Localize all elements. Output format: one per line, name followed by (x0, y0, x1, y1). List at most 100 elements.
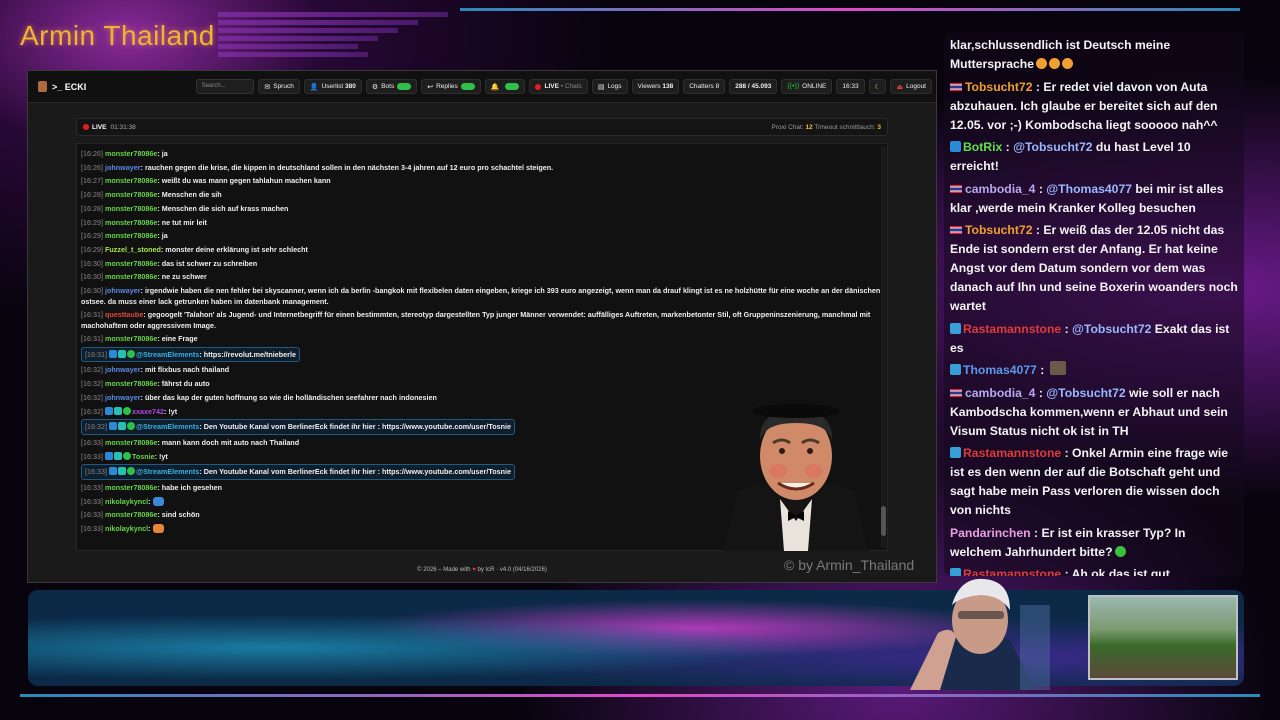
overlay-chat-separator: : (1030, 525, 1042, 540)
chat-username[interactable]: @StreamElements (136, 350, 199, 359)
chatters-badge: Chatters 8 (683, 79, 726, 94)
overlay-chat-message: cambodia_4 : @Tobsucht72 wie soll er nac… (950, 384, 1238, 441)
chat-log-line: [16:29] monster78086e: ja (81, 229, 883, 243)
chat-timestamp: [16:31] (81, 334, 103, 344)
chat-message-text: eine Frage (161, 334, 198, 344)
sound-toggle-switch[interactable] (505, 83, 520, 90)
live-chats-button[interactable]: LIVE • Chats (529, 79, 588, 94)
heart-icon: ♥ (472, 567, 476, 573)
theme-toggle[interactable]: ☾ (868, 79, 887, 94)
overlay-chat-message: cambodia_4 : @Thomas4077 bei mir ist all… (950, 180, 1238, 218)
overlay-chat-username: Tobsucht72 (965, 79, 1033, 94)
overlay-bottom-strip (28, 590, 1244, 686)
chat-message-text: fährst du auto (161, 379, 210, 389)
chat-timestamp: [16:28] (81, 203, 103, 213)
chat-username[interactable]: johnwayer (105, 365, 141, 374)
thailand-flag-icon (950, 184, 962, 193)
chat-message-text: Menschen die sich auf krass machen (161, 203, 289, 213)
chat-message-text: https://revolut.me/tnieberle (203, 349, 296, 359)
chat-log-line: [16:29] Fuzzel_t_stoned: monster deine er… (81, 243, 883, 257)
stream-chat-overlay: klar,schlussendlich ist Deutsch meine Mu… (944, 32, 1244, 576)
chat-message-text: habe ich gesehen (161, 483, 223, 493)
chat-scrollbar[interactable] (881, 146, 886, 548)
moderator-badge-icon (108, 349, 117, 358)
chat-message-text: mit flixbus nach thailand (144, 365, 230, 375)
reply-icon: ↩ (427, 83, 434, 91)
chat-username[interactable]: monster78086e (105, 379, 157, 388)
chat-message-text: über das kap der guten hoffnung so wie d… (144, 392, 437, 402)
replies-toggle[interactable]: ↩ Replies (421, 79, 481, 94)
chat-message-text: irgendwie haben die nen fehler bei skysc… (81, 286, 881, 307)
chat-log-line: [16:28] monster78086e: Menschen die sih (81, 188, 883, 202)
chat-username[interactable]: monster78086e (105, 510, 157, 519)
chat-timestamp: [16:33] (81, 496, 103, 506)
overlay-chat-separator: : (1032, 79, 1044, 94)
chat-username[interactable]: monster78086e (105, 438, 157, 447)
overlay-glow-line-top (460, 8, 1240, 11)
logs-button[interactable]: ▤ Logs (591, 79, 628, 94)
overlay-chat-message: Tobsucht72 : Er weiß das der 12.05 nicht… (950, 221, 1238, 316)
chat-username[interactable]: johnwayer (105, 393, 141, 402)
chat-username[interactable]: @StreamElements (136, 467, 199, 476)
live-dot-icon (535, 83, 542, 90)
chat-username[interactable]: @StreamElements (136, 422, 199, 431)
chat-timestamp: [16:32] (81, 365, 103, 375)
chat-username[interactable]: monster78086e (105, 334, 157, 343)
chat-username[interactable]: monster78086e (105, 231, 157, 240)
bots-toggle[interactable]: ⚙ Bots (365, 79, 418, 94)
bell-icon: 🔔 (490, 83, 500, 91)
chat-username[interactable]: monster78086e (105, 272, 157, 281)
logout-button[interactable]: ⏏ Logout (890, 79, 932, 94)
overlay-title: Armin Thailand (20, 20, 215, 51)
chat-username[interactable]: johnwayer (105, 163, 141, 172)
overlay-chat-text: klar,schlussendlich ist Deutsch meine Mu… (950, 38, 1171, 71)
overlay-decoration-bars (218, 12, 458, 64)
online-label: ONLINE (802, 83, 827, 90)
chat-username[interactable]: monster78086e (105, 259, 157, 268)
chat-separator: : (148, 524, 153, 534)
chat-log-line: [16:30] monster78086e: das ist schwer zu … (81, 257, 883, 271)
brand-avatar (38, 81, 47, 92)
moderator-badge-icon (104, 451, 113, 460)
spruch-button[interactable]: ✉ Spruch (258, 79, 300, 94)
chat-message-text: das ist schwer zu schreiben (161, 258, 258, 268)
chat-username[interactable]: monster78086e (105, 218, 157, 227)
overlay-chat-username: Rastamannstone (963, 321, 1062, 336)
chat-log-line: [16:26] monster78086e: ja (81, 147, 883, 161)
chat-username[interactable]: nikolaykyncl (105, 524, 148, 533)
chat-username[interactable]: xxaxe742 (132, 407, 164, 416)
chat-username[interactable]: Fuzzel_t_stoned (105, 245, 161, 254)
message-counter-value: 288 / 45.093 (735, 83, 772, 90)
overlay-chat-mention: @Tobsucht72 (1013, 140, 1093, 154)
chat-username[interactable]: monster78086e (105, 204, 157, 213)
userlist-label: Userlist (321, 83, 344, 90)
overlay-chat-message: Rastamannstone : @Tobsucht72 Exakt das i… (950, 320, 1238, 358)
bots-toggle-switch[interactable] (397, 83, 412, 90)
search-input[interactable]: Search... (195, 79, 255, 94)
viewers-badge: Viewers 138 (631, 79, 680, 94)
chat-timestamp: [16:29] (81, 231, 103, 241)
chat-timestamp: [16:27] (81, 176, 103, 186)
chat-scroll-thumb[interactable] (881, 506, 886, 536)
replies-toggle-switch[interactable] (460, 83, 475, 90)
chat-username[interactable]: monster78086e (105, 149, 157, 158)
timeout-count: 3 (877, 123, 881, 131)
userlist-button[interactable]: 👤 Userlist 380 (303, 79, 362, 94)
sound-toggle[interactable]: 🔔 (484, 79, 526, 94)
overlay-chat-text: Ah ok das ist gut (1071, 567, 1170, 576)
chat-username[interactable]: Tosnie (132, 452, 155, 461)
brand[interactable]: >_ ECKI (38, 81, 196, 92)
chat-timestamp: [16:30] (81, 272, 103, 282)
chat-timestamp: [16:28] (81, 190, 103, 200)
chat-username[interactable]: monster78086e (105, 190, 157, 199)
chat-username[interactable]: monster78086e (105, 483, 157, 492)
chat-username[interactable]: johnwayer (105, 286, 141, 295)
overlay-chat-username: Rastamannstone (963, 446, 1062, 460)
chat-timestamp: [16:33] (81, 510, 103, 520)
chat-username[interactable]: questtaube (105, 310, 143, 319)
chat-emote-icon (152, 496, 164, 506)
chat-username[interactable]: nikolaykyncl (105, 497, 148, 506)
chat-message-text: ne zu schwer (161, 272, 207, 282)
chat-log-line: [16:29] monster78086e: ne tut mir leit (81, 216, 883, 230)
chat-username[interactable]: monster78086e (105, 176, 157, 185)
